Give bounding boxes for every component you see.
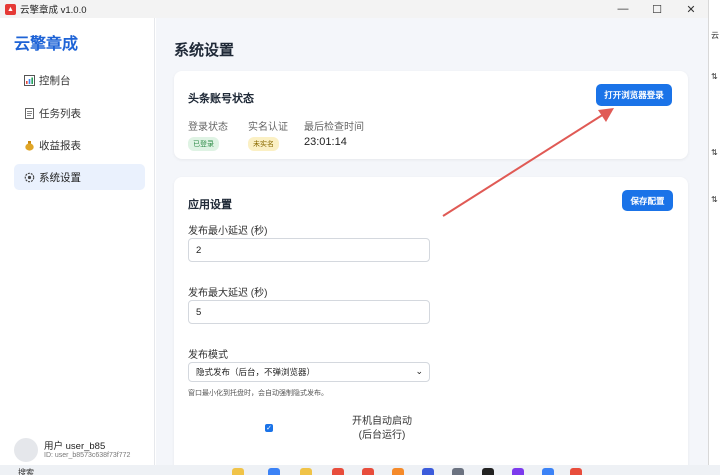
min-delay-input[interactable]: 2	[188, 238, 430, 262]
taskbar: 搜索	[0, 465, 720, 475]
maximize-icon[interactable]: ☐	[640, 0, 674, 18]
autostart-label-line2: (后台运行)	[358, 430, 406, 441]
close-icon[interactable]: ✕	[674, 0, 708, 18]
realname-label: 实名认证	[248, 122, 288, 133]
open-browser-login-button[interactable]: 打开浏览器登录	[596, 84, 672, 106]
money-bag-icon	[23, 139, 35, 151]
max-delay-input[interactable]: 5	[188, 300, 430, 324]
window-titlebar: ▲ 云擎章成 v1.0.0 — ☐ ✕	[0, 0, 708, 18]
app-settings-title: 应用设置	[188, 199, 232, 211]
main-content: 系统设置 头条账号状态 打开浏览器登录 登录状态 已登录 实名认证 未实名 最后…	[156, 18, 708, 465]
sidebar-item-label: 任务列表	[39, 107, 81, 120]
login-status-label: 登录状态	[188, 122, 228, 133]
last-check-time: 23:01:14	[304, 136, 347, 148]
app-logo-icon: ▲	[5, 3, 16, 15]
taskbar-app-icon[interactable]	[452, 468, 464, 475]
user-id: ID: user_b8573c638f73f772	[44, 452, 131, 459]
taskbar-app-icon[interactable]	[570, 468, 582, 475]
minimize-icon[interactable]: —	[606, 0, 640, 18]
last-check: 最后检查时间 23:01:14	[304, 118, 364, 148]
sidebar-item-tasks[interactable]: 任务列表	[14, 100, 145, 126]
brand-logo-text: 云擎章成	[14, 36, 79, 53]
sidebar-item-dashboard[interactable]: 控制台	[14, 67, 145, 93]
publish-mode-label: 发布模式	[188, 350, 228, 361]
autostart-checkbox[interactable]: ✓	[265, 424, 273, 432]
realname-badge: 未实名	[248, 137, 279, 151]
autostart-label: 开机自动启动 (后台运行)	[344, 415, 420, 443]
background-window-edge: 云 ⇅ ⇅ ⇅	[708, 0, 720, 475]
taskbar-app-icon[interactable]	[542, 468, 554, 475]
autostart-label-line1: 开机自动启动	[352, 416, 412, 427]
sidebar-item-earnings[interactable]: 收益报表	[14, 132, 145, 158]
sidebar-item-label: 控制台	[39, 74, 71, 87]
publish-mode-value: 隐式发布（后台，不弹浏览器）	[196, 367, 316, 377]
app-settings-card: 应用设置 保存配置 发布最小延迟 (秒) 2 发布最大延迟 (秒) 5 发布模式…	[174, 177, 688, 465]
page-title: 系统设置	[174, 42, 235, 59]
realname-status: 实名认证 未实名	[248, 118, 288, 151]
taskbar-app-icon[interactable]	[512, 468, 524, 475]
dashboard-icon	[23, 74, 35, 86]
taskbar-app-icon[interactable]	[482, 468, 494, 475]
publish-mode-select[interactable]: 隐式发布（后台，不弹浏览器） ⌄	[188, 362, 430, 382]
publish-mode-hint: 窗口最小化到托盘时，会自动强制隐式发布。	[188, 390, 328, 397]
sidebar-item-settings[interactable]: 系统设置	[14, 164, 145, 190]
user-name: 用户 user_b85	[44, 441, 106, 452]
chevron-down-icon: ⌄	[415, 366, 423, 376]
gear-icon	[23, 171, 35, 183]
task-list-icon	[23, 107, 35, 119]
taskbar-app-icon[interactable]	[422, 468, 434, 475]
sidebar-item-label: 系统设置	[39, 171, 81, 184]
account-card-title: 头条账号状态	[188, 93, 254, 105]
sidebar-item-label: 收益报表	[39, 139, 81, 152]
login-status-badge: 已登录	[188, 137, 219, 151]
taskbar-app-icon[interactable]	[332, 468, 344, 475]
taskbar-app-icon[interactable]	[268, 468, 280, 475]
window-controls: — ☐ ✕	[606, 0, 708, 18]
min-delay-label: 发布最小延迟 (秒)	[188, 226, 268, 237]
taskbar-app-icon[interactable]	[232, 468, 244, 475]
taskbar-app-icon[interactable]	[362, 468, 374, 475]
account-status-card: 头条账号状态 打开浏览器登录 登录状态 已登录 实名认证 未实名 最后检查时间 …	[174, 71, 688, 159]
save-config-button[interactable]: 保存配置	[622, 190, 673, 211]
taskbar-app-icon[interactable]	[392, 468, 404, 475]
window-title: 云擎章成 v1.0.0	[20, 5, 87, 16]
user-profile[interactable]: 用户 user_b85 ID: user_b8573c638f73f772	[14, 436, 154, 464]
last-check-label: 最后检查时间	[304, 122, 364, 133]
max-delay-label: 发布最大延迟 (秒)	[188, 288, 268, 299]
taskbar-app-icon[interactable]	[300, 468, 312, 475]
avatar	[14, 438, 38, 462]
sidebar: 云擎章成 控制台 任务列表 收益报表 系统设置 用户 user_b85 ID: …	[0, 18, 155, 465]
taskbar-search[interactable]: 搜索	[18, 467, 34, 475]
login-status: 登录状态 已登录	[188, 118, 228, 151]
